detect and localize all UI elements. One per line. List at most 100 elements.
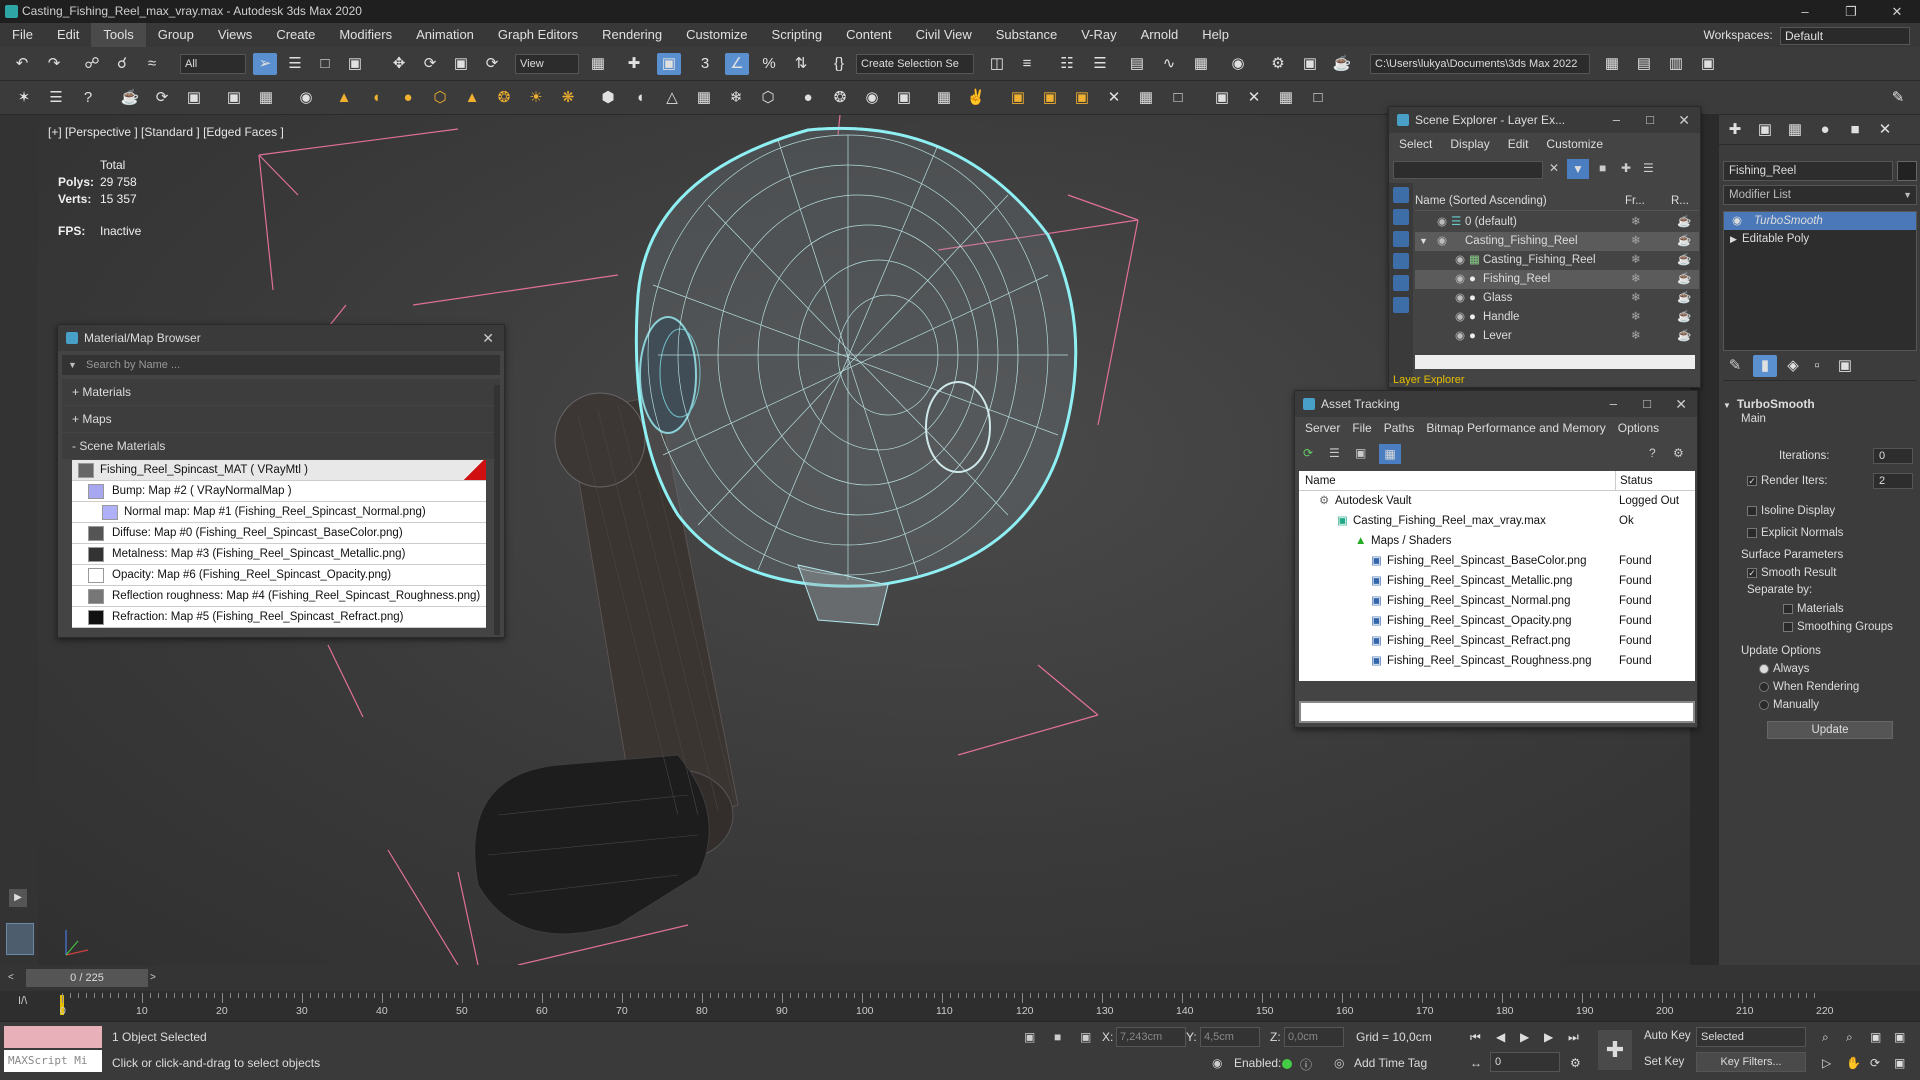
render-icon[interactable]: ☕ — [1677, 289, 1691, 308]
vray-fp3-icon[interactable]: ▣ — [1070, 87, 1094, 109]
filter-icon[interactable]: ▼ — [1567, 159, 1589, 179]
refresh-icon[interactable]: ⟳ — [1303, 446, 1313, 460]
undo-icon[interactable]: ↶ — [10, 53, 34, 75]
vray-sphere-icon[interactable]: ◉ — [294, 87, 318, 109]
toggle-scene-explorer-icon[interactable]: ☷ — [1055, 53, 1079, 75]
render-icon[interactable]: ☕ — [1677, 270, 1691, 289]
chevron-right-icon[interactable]: ▶ — [1730, 230, 1737, 248]
play-icon[interactable]: ▶ — [1520, 1030, 1529, 1044]
object-row[interactable]: ◉ ● Lever ❄ ☕ — [1415, 327, 1699, 346]
menu-group[interactable]: Group — [146, 23, 206, 47]
vray-logo-icon[interactable]: ✌ — [964, 87, 988, 109]
object-color-swatch[interactable] — [1897, 161, 1917, 181]
map-item[interactable]: Refraction: Map #5 (Fishing_Reel_Spincas… — [72, 607, 486, 628]
workspace-dropdown[interactable]: Default — [1780, 26, 1910, 45]
freeze-icon[interactable]: ❄ — [1631, 232, 1641, 251]
angle-snap-icon[interactable]: ∠ — [725, 53, 749, 75]
show-end-result-icon[interactable]: ▮ — [1753, 355, 1777, 377]
vray-material-sphere-icon[interactable]: ● — [796, 87, 820, 109]
render-iters-spinner[interactable]: 2 — [1873, 473, 1913, 489]
settings-icon[interactable]: ⚙ — [1673, 446, 1684, 460]
layer-row[interactable]: ▼ ◉ Casting_Fishing_Reel ❄ ☕ — [1415, 232, 1699, 251]
layer-explorer-footer[interactable]: Layer Explorer — [1393, 373, 1693, 387]
freeze-icon[interactable]: ❄ — [1631, 213, 1641, 232]
display-tab-icon[interactable]: ■ — [1843, 119, 1867, 141]
menu-modifiers[interactable]: Modifiers — [327, 23, 404, 47]
stack-item-turbosmooth[interactable]: ◉ TurboSmooth — [1724, 212, 1916, 230]
materials-section[interactable]: + Materials — [62, 379, 500, 405]
vray-list-icon[interactable]: ☰ — [44, 87, 68, 109]
minimize-icon[interactable]: – — [1613, 107, 1620, 133]
materials-checkbox[interactable] — [1783, 603, 1793, 614]
map-item[interactable]: Metalness: Map #3 (Fishing_Reel_Spincast… — [72, 544, 486, 565]
material-editor-icon[interactable]: ◉ — [1226, 53, 1250, 75]
orbit-icon[interactable]: ⟳ — [1870, 1056, 1880, 1070]
vray-sky-icon[interactable]: ❋ — [556, 87, 580, 109]
adaptive-degradation-icon[interactable]: ◉ — [1212, 1056, 1222, 1070]
move-icon[interactable]: ✥ — [387, 53, 411, 75]
maximize-icon[interactable]: □ — [1646, 107, 1654, 133]
render-icon[interactable]: ☕ — [1677, 232, 1691, 251]
vray-light-plane-icon[interactable]: ▲ — [332, 87, 356, 109]
menu-edit[interactable]: Edit — [1508, 137, 1529, 151]
vray-dome-icon[interactable]: ◖ — [364, 87, 388, 109]
window-crossing-icon[interactable]: ▣ — [343, 53, 367, 75]
layer-row[interactable]: ◉ ☰ 0 (default) ❄ ☕ — [1415, 213, 1699, 232]
display-cameras-icon[interactable] — [1393, 253, 1409, 269]
vray-proxy-icon[interactable]: ⬢ — [596, 87, 620, 109]
expand-layout-button[interactable]: ▶ — [9, 889, 27, 907]
isoline-checkbox[interactable] — [1747, 505, 1757, 516]
vray-plane-icon[interactable]: ◖ — [628, 87, 652, 109]
vray-sphere-light-icon[interactable]: ● — [396, 87, 420, 109]
close-icon[interactable]: ✕ — [482, 325, 494, 351]
maxscript-input[interactable]: MAXScript Mi — [4, 1050, 102, 1072]
reference-coord-dropdown[interactable]: View — [515, 54, 579, 74]
utilities-tab-icon[interactable]: ✕ — [1873, 119, 1897, 141]
configure-sets-icon[interactable]: ▣ — [1833, 355, 1857, 377]
redo-icon[interactable]: ↷ — [42, 53, 66, 75]
maps-section[interactable]: + Maps — [62, 406, 500, 432]
asset-row[interactable]: ▣ Fishing_Reel_Spincast_Metallic.png Found — [1299, 571, 1695, 591]
asset-row[interactable]: ▲ Maps / Shaders — [1299, 531, 1695, 551]
menu-options[interactable]: Options — [1618, 421, 1659, 435]
named-selection-icon[interactable]: {} — [827, 53, 851, 75]
next-frame-button[interactable]: > — [150, 969, 166, 987]
freeze-icon[interactable]: ❄ — [1631, 270, 1641, 289]
toggle-layer-explorer-icon[interactable]: ☰ — [1088, 53, 1112, 75]
map-item[interactable]: Diffuse: Map #0 (Fishing_Reel_Spincast_B… — [72, 523, 486, 544]
unlink-icon[interactable]: ☌ — [110, 53, 134, 75]
close-icon[interactable]: ✕ — [1678, 107, 1690, 133]
y-coordinate-field[interactable]: 4,5cm — [1200, 1027, 1260, 1047]
scale-icon[interactable]: ▣ — [449, 53, 473, 75]
clear-icon[interactable]: ✕ — [1549, 161, 1559, 175]
zoom-extents-all-icon[interactable]: ▣ — [1894, 1030, 1905, 1044]
freeze-icon[interactable]: ❄ — [1631, 251, 1641, 270]
vray-clipper-icon[interactable]: ⬡ — [756, 87, 780, 109]
hierarchy-tab-icon[interactable]: ▦ — [1783, 119, 1807, 141]
material-item[interactable]: Fishing_Reel_Spincast_MAT ( VRayMtl ) — [72, 460, 486, 481]
menu-graph-editors[interactable]: Graph Editors — [486, 23, 590, 47]
rotate-icon[interactable]: ⟳ — [418, 53, 442, 75]
pan-icon[interactable]: ✋ — [1846, 1056, 1861, 1070]
eye-icon[interactable]: ◉ — [1455, 270, 1465, 289]
material-browser-titlebar[interactable]: Material/Map Browser ✕ — [58, 325, 504, 351]
minimize-button[interactable]: – — [1782, 0, 1828, 23]
selection-set-dropdown[interactable]: Create Selection Se — [856, 54, 974, 74]
always-radio[interactable] — [1759, 663, 1769, 674]
vray-refresh-icon[interactable]: ⟳ — [150, 87, 174, 109]
menu-server[interactable]: Server — [1305, 421, 1340, 435]
align-icon[interactable]: ≡ — [1015, 53, 1039, 75]
selection-filter-dropdown[interactable]: All — [180, 54, 246, 74]
menu-bitmap-performance[interactable]: Bitmap Performance and Memory — [1426, 421, 1605, 435]
render-iters-checkbox[interactable]: ✓ — [1747, 475, 1757, 486]
thumbnail-view-icon[interactable]: ▣ — [1355, 446, 1366, 460]
vray-frame2-icon[interactable]: □ — [1166, 87, 1190, 109]
set-key-big-icon[interactable]: ✚ — [1598, 1030, 1632, 1070]
scene-materials-section[interactable]: - Scene Materials — [62, 433, 500, 459]
spinner-snap-icon[interactable]: ⇅ — [789, 53, 813, 75]
update-button[interactable]: Update — [1767, 721, 1893, 739]
project-new-icon[interactable]: ▣ — [1696, 53, 1720, 75]
vray-vfb-icon[interactable]: ▦ — [254, 87, 278, 109]
scene-search-input[interactable] — [1393, 161, 1543, 179]
table-view-icon[interactable]: ▦ — [1379, 444, 1401, 464]
